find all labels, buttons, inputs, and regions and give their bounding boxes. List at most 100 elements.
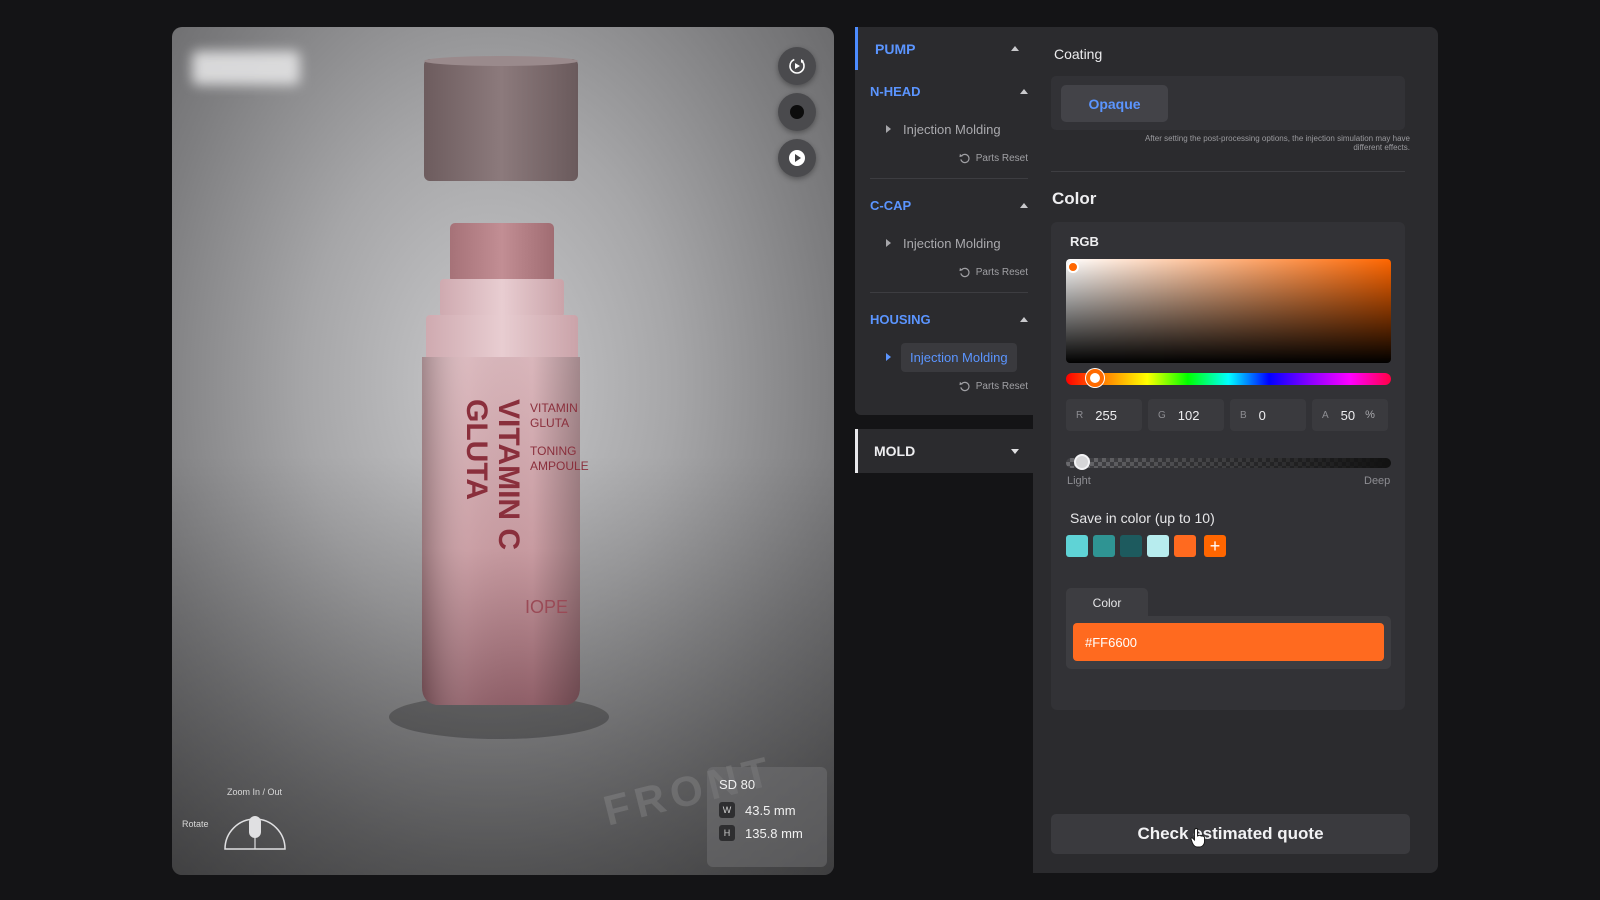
saturation-handle[interactable] (1067, 261, 1079, 273)
channel-value: 50 (1340, 407, 1356, 423)
chevron-right-icon (886, 125, 891, 133)
section-n-head: N-HEAD Injection Molding Parts Reset (870, 80, 1028, 179)
dimensions-panel: SD 80 W 43.5 mm H 135.8 mm (707, 767, 827, 867)
item-label: Injection Molding (903, 235, 1001, 251)
height-tag: H (719, 825, 735, 841)
channel-unit: % (1365, 409, 1375, 421)
chevron-right-icon (886, 353, 891, 361)
product-brand-label: IOPE (525, 597, 568, 617)
alpha-channel-input[interactable]: A 50 % (1312, 399, 1388, 431)
play-icon (789, 150, 805, 166)
parts-reset-label: Parts Reset (975, 266, 1028, 278)
product-side-label-4: AMPOULE (530, 459, 589, 473)
hue-slider[interactable] (1066, 373, 1391, 385)
mold-label: MOLD (874, 443, 916, 459)
reset-icon (959, 381, 970, 391)
product-label-main: GLUTA (460, 399, 493, 500)
mold-header[interactable]: MOLD (855, 429, 1033, 473)
injection-molding-item[interactable]: Injection Molding (870, 342, 1028, 372)
hand-cursor-icon (1190, 828, 1205, 848)
mouse-icon (224, 816, 286, 850)
chevron-right-icon (886, 239, 891, 247)
pump-header[interactable]: PUMP (855, 27, 1033, 70)
filled-circle-icon (790, 105, 804, 119)
channel-key: R (1076, 409, 1084, 421)
channel-key: B (1240, 409, 1247, 421)
saved-color-swatch[interactable] (1120, 535, 1142, 557)
shade-slider[interactable] (1066, 458, 1391, 468)
chevron-down-icon (1011, 448, 1019, 454)
chevron-up-icon (1011, 46, 1019, 51)
saturation-value-area[interactable] (1066, 259, 1391, 363)
parts-reset-label: Parts Reset (975, 380, 1028, 392)
add-color-button[interactable]: + (1204, 535, 1226, 557)
section-header[interactable]: N-HEAD (870, 80, 1028, 102)
chevron-up-icon (1020, 88, 1028, 94)
saved-color-swatch[interactable] (1093, 535, 1115, 557)
check-estimated-quote-button[interactable]: Check estimated quote (1051, 814, 1410, 854)
red-channel-input[interactable]: R 255 (1066, 399, 1142, 431)
divider (870, 292, 1028, 293)
parts-reset-button[interactable]: Parts Reset (870, 150, 1028, 166)
green-channel-input[interactable]: G 102 (1148, 399, 1224, 431)
rotate-label: Rotate (182, 819, 209, 829)
rotate-view-button[interactable] (778, 47, 816, 85)
coating-note: After setting the post-processing option… (1144, 134, 1410, 152)
item-label: Injection Molding (903, 121, 1001, 137)
reset-icon (959, 153, 970, 163)
product-label-main-2: VITAMIN C (492, 399, 525, 550)
channel-key: G (1158, 409, 1166, 421)
color-title: Color (1052, 189, 1097, 208)
play-button[interactable] (778, 139, 816, 177)
shade-light-label: Light (1067, 475, 1091, 487)
color-mode-label: RGB (1070, 234, 1099, 249)
shade-deep-label: Deep (1364, 475, 1391, 487)
section-title: C-CAP (870, 197, 912, 213)
channel-value: 255 (1095, 407, 1117, 423)
shade-handle[interactable] (1074, 454, 1090, 470)
parts-reset-label: Parts Reset (975, 152, 1028, 164)
item-label: Injection Molding (901, 342, 1017, 372)
width-value: 43.5 mm (745, 802, 796, 818)
saved-colors-label: Save in color (up to 10) (1070, 510, 1215, 526)
section-c-cap: C-CAP Injection Molding Parts Reset (870, 194, 1028, 293)
pump-label: PUMP (875, 40, 916, 57)
parts-reset-button[interactable]: Parts Reset (870, 378, 1028, 394)
section-housing: HOUSING Injection Molding Parts Reset (870, 308, 1028, 394)
divider (870, 178, 1028, 179)
divider (1051, 171, 1405, 172)
chevron-up-icon (1020, 316, 1028, 322)
injection-molding-item[interactable]: Injection Molding (870, 228, 1028, 258)
saved-color-swatch[interactable] (1066, 535, 1088, 557)
chevron-up-icon (1020, 202, 1028, 208)
section-title: N-HEAD (870, 83, 921, 99)
opaque-option-button[interactable]: Opaque (1061, 85, 1168, 122)
model-size: SD 80 (719, 777, 756, 792)
zoom-label: Zoom In / Out (227, 787, 283, 797)
hex-color-input[interactable]: #FF6600 (1073, 623, 1384, 661)
saved-color-swatch[interactable] (1174, 535, 1196, 557)
section-title: HOUSING (870, 311, 931, 327)
reset-icon (959, 267, 970, 277)
material-toggle-button[interactable] (778, 93, 816, 131)
parts-reset-button[interactable]: Parts Reset (870, 264, 1028, 280)
product-model: GLUTA VITAMIN C VITAMIN GLUTA TONING AMP… (389, 56, 609, 739)
product-side-label-1: VITAMIN (530, 401, 578, 415)
channel-value: 102 (1177, 407, 1200, 423)
blue-channel-input[interactable]: B 0 (1230, 399, 1306, 431)
injection-molding-item[interactable]: Injection Molding (870, 114, 1028, 144)
rotate-icon (789, 58, 805, 74)
tab-color[interactable]: Color (1066, 588, 1148, 618)
3d-viewer[interactable]: GLUTA VITAMIN C VITAMIN GLUTA TONING AMP… (172, 27, 834, 875)
navigation-control[interactable]: Zoom In / Out Rotate (182, 787, 322, 872)
section-header[interactable]: HOUSING (870, 308, 1028, 330)
hue-handle[interactable] (1086, 369, 1104, 387)
channel-key: A (1322, 409, 1329, 421)
saved-color-swatch[interactable] (1147, 535, 1169, 557)
height-value: 135.8 mm (745, 825, 803, 841)
coating-title: Coating (1054, 46, 1103, 62)
section-header[interactable]: C-CAP (870, 194, 1028, 216)
product-side-label-3: TONING (530, 444, 576, 458)
product-side-label-2: GLUTA (530, 416, 569, 430)
channel-value: 0 (1258, 407, 1266, 423)
